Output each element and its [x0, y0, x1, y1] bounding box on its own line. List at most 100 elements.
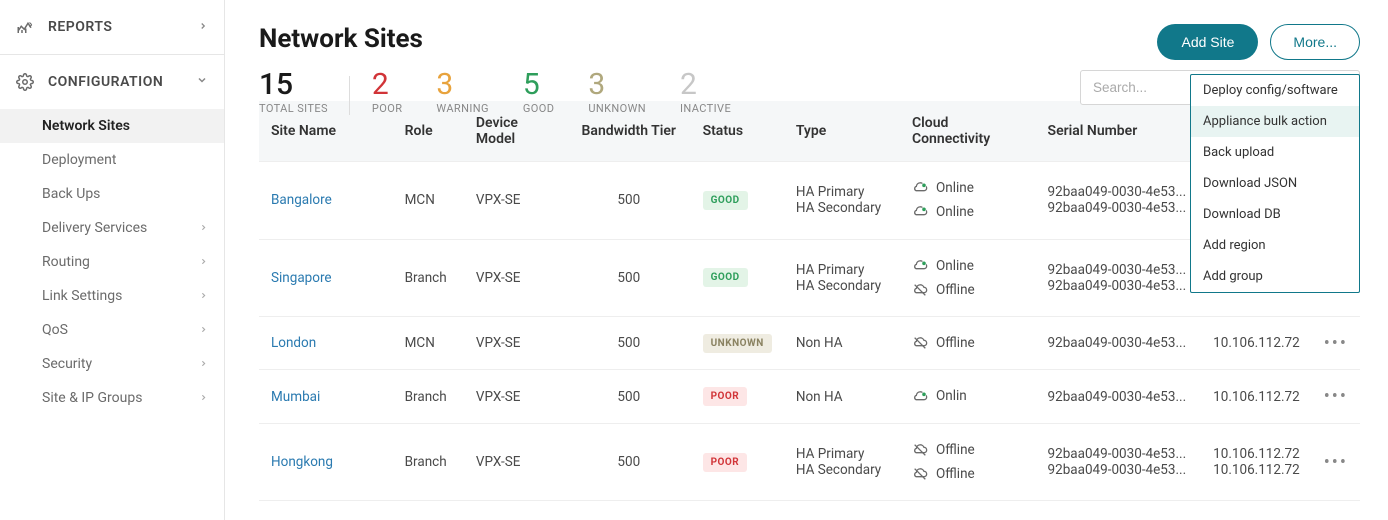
- cell-type: HA Primary: [796, 262, 888, 278]
- cloud-online-icon: [912, 258, 928, 274]
- cell-model: VPX-SE: [464, 423, 567, 501]
- conn-state: Online: [936, 200, 974, 224]
- sidebar-item-label: Deployment: [42, 152, 116, 168]
- sidebar-item[interactable]: QoS: [0, 313, 224, 347]
- table-row: HongkongBranchVPX-SE500POORHA PrimaryHA …: [259, 423, 1360, 501]
- row-actions-icon[interactable]: •••: [1324, 386, 1348, 407]
- th-conn[interactable]: Cloud Connectivity: [900, 101, 1036, 162]
- status-badge: GOOD: [703, 191, 748, 210]
- conn-state: Offline: [936, 278, 975, 302]
- cell-serial: 92baa049-0030-4e53...: [1048, 462, 1190, 478]
- sidebar-item[interactable]: Site & IP Groups: [0, 381, 224, 415]
- sidebar-item[interactable]: Network Sites: [0, 109, 224, 143]
- cell-mgmt-ip: 10.106.112.72: [1213, 462, 1300, 478]
- sidebar-item-label: Security: [42, 356, 92, 372]
- cell-type: HA Primary: [796, 184, 888, 200]
- cloud-offline-icon: [912, 466, 928, 482]
- row-actions-icon[interactable]: •••: [1324, 333, 1348, 354]
- more-button[interactable]: More...: [1270, 24, 1360, 60]
- cell-model: VPX-SE: [464, 239, 567, 317]
- site-link[interactable]: London: [271, 335, 316, 351]
- th-serial[interactable]: Serial Number: [1036, 101, 1202, 162]
- sidebar-item-label: Link Settings: [42, 288, 122, 304]
- cloud-offline-icon: [912, 442, 928, 458]
- gear-icon: [16, 73, 34, 91]
- cell-role: MCN: [393, 162, 464, 240]
- cell-serial: 92baa049-0030-4e53...: [1048, 335, 1190, 351]
- site-link[interactable]: Singapore: [271, 270, 332, 286]
- site-link[interactable]: Hongkong: [271, 454, 333, 470]
- conn-state: Offline: [936, 331, 975, 355]
- sidebar-item-label: QoS: [42, 322, 68, 338]
- cell-mgmt-ip: 10.106.112.72: [1213, 389, 1300, 405]
- sidebar-item[interactable]: Security: [0, 347, 224, 381]
- site-link[interactable]: Bangalore: [271, 192, 332, 208]
- cell-type: HA Secondary: [796, 278, 888, 294]
- nav-sublist: Network Sites Deployment Back Ups Delivery …: [0, 109, 224, 415]
- more-dropdown: Deploy config/softwareAppliance bulk act…: [1190, 74, 1360, 293]
- stat-unknown[interactable]: 3 UNKNOWN: [588, 70, 680, 115]
- cell-serial: 92baa049-0030-4e53...: [1048, 200, 1190, 216]
- status-badge: UNKNOWN: [703, 334, 772, 353]
- nav-reports[interactable]: REPORTS: [0, 0, 224, 54]
- reports-icon: [16, 18, 34, 36]
- row-actions-icon[interactable]: •••: [1324, 452, 1348, 473]
- cell-role: Branch: [393, 239, 464, 317]
- th-type[interactable]: Type: [784, 101, 900, 162]
- cell-mgmt-ip: 10.106.112.72: [1213, 446, 1300, 462]
- conn-state: Offline: [936, 462, 975, 486]
- stat-inactive[interactable]: 2 INACTIVE: [680, 70, 765, 115]
- chevron-right-icon: [199, 222, 208, 235]
- sidebar-item[interactable]: Routing: [0, 245, 224, 279]
- chevron-right-icon: [199, 324, 208, 337]
- dropdown-item[interactable]: Appliance bulk action: [1191, 106, 1359, 137]
- nav-config-label: CONFIGURATION: [48, 74, 163, 90]
- page-title: Network Sites: [259, 24, 423, 54]
- table-row: London MCNVPX-SE500 UNKNOWN Non HA Offline 92…: [259, 317, 1360, 370]
- cell-model: VPX-SE: [464, 370, 567, 423]
- sidebar-item-label: Back Ups: [42, 186, 100, 202]
- table-row: MumbaiBranchVPX-SE500POORNon HAOnlin92ba…: [259, 370, 1360, 423]
- stat-warning[interactable]: 3 WARNING: [436, 70, 522, 115]
- conn-state: Offline: [936, 438, 975, 462]
- dropdown-item[interactable]: Download DB: [1191, 199, 1359, 230]
- nav-configuration[interactable]: CONFIGURATION: [0, 55, 224, 109]
- dropdown-item[interactable]: Download JSON: [1191, 168, 1359, 199]
- cloud-online-icon: [912, 180, 928, 196]
- cell-serial: 92baa049-0030-4e53...: [1048, 262, 1190, 278]
- cloud-offline-icon: [912, 335, 928, 351]
- stat-total: 15 TOTAL SITES: [259, 70, 372, 115]
- nav-reports-label: REPORTS: [48, 19, 112, 35]
- conn-state: Onlin: [936, 384, 967, 408]
- sidebar-item[interactable]: Link Settings: [0, 279, 224, 313]
- sidebar-item[interactable]: Back Ups: [0, 177, 224, 211]
- sidebar-item[interactable]: Deployment: [0, 143, 224, 177]
- cell-role: MCN: [393, 317, 464, 370]
- conn-state: Online: [936, 254, 974, 278]
- site-link[interactable]: Mumbai: [271, 389, 320, 405]
- chevron-right-icon: [198, 19, 208, 35]
- cell-type: Non HA: [796, 389, 888, 405]
- cell-bw: 500: [567, 317, 691, 370]
- cell-serial: 92baa049-0030-4e53...: [1048, 184, 1190, 200]
- cell-bw: 500: [567, 370, 691, 423]
- status-badge: POOR: [703, 387, 748, 406]
- cell-model: VPX-SE: [464, 317, 567, 370]
- stat-good[interactable]: 5 GOOD: [523, 70, 588, 115]
- cell-bw: 500: [567, 239, 691, 317]
- cell-type: Non HA: [796, 335, 888, 351]
- status-badge: GOOD: [703, 268, 748, 287]
- cell-serial: 92baa049-0030-4e53...: [1048, 389, 1190, 405]
- sidebar-item-label: Site & IP Groups: [42, 390, 142, 406]
- chevron-right-icon: [199, 256, 208, 269]
- chevron-down-icon: [196, 74, 208, 90]
- sidebar-item-label: Routing: [42, 254, 90, 270]
- dropdown-item[interactable]: Back upload: [1191, 137, 1359, 168]
- dropdown-item[interactable]: Deploy config/software: [1191, 75, 1359, 106]
- cell-serial: 92baa049-0030-4e53...: [1048, 278, 1190, 294]
- stat-poor[interactable]: 2 POOR: [372, 70, 436, 115]
- add-site-button[interactable]: Add Site: [1157, 24, 1258, 60]
- dropdown-item[interactable]: Add group: [1191, 261, 1359, 292]
- dropdown-item[interactable]: Add region: [1191, 230, 1359, 261]
- sidebar-item[interactable]: Delivery Services: [0, 211, 224, 245]
